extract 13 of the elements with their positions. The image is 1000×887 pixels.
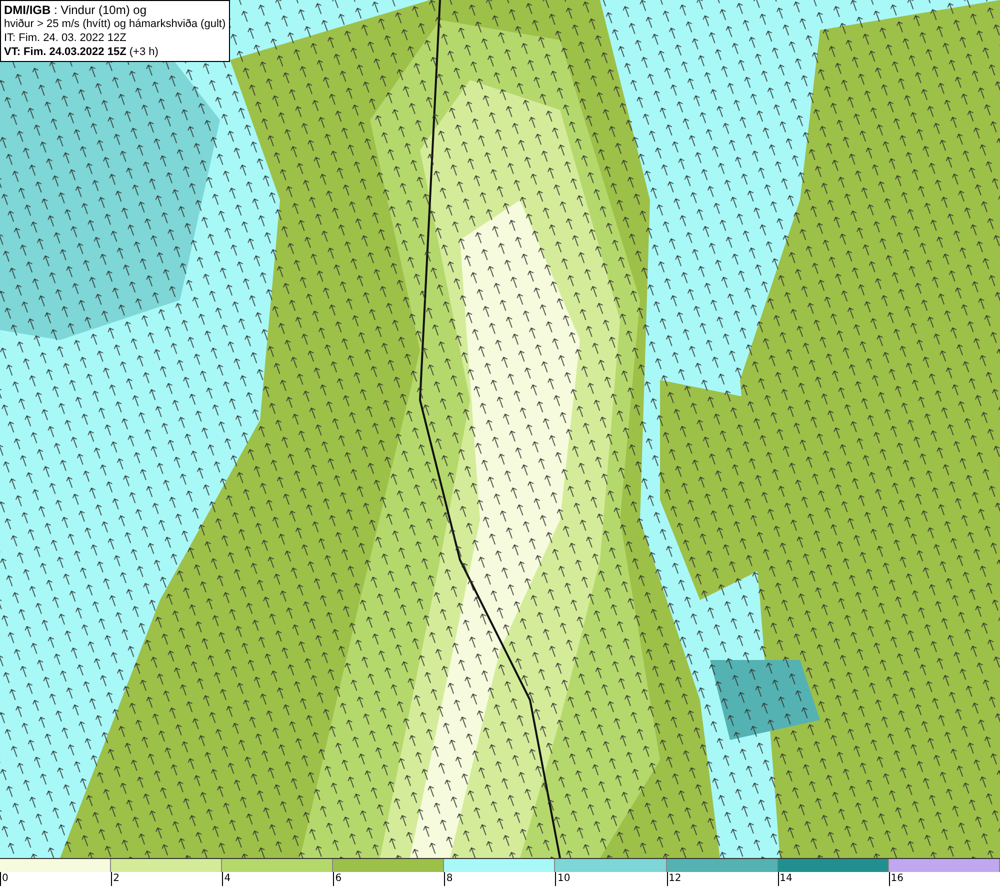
legend-label: 4 [222, 872, 334, 886]
legend-label: 12 [666, 872, 778, 886]
legend-label: 10 [555, 872, 667, 886]
legend-label: 0 [0, 872, 112, 886]
legend-label: 14 [778, 872, 889, 886]
legend-label: 2 [111, 872, 222, 886]
title-line: DMI/IGB : Vindur (10m) og [4, 3, 148, 17]
title-line: hviður > 25 m/s (hvítt) og hámarkshviða (gult) [4, 17, 226, 31]
title-line: IT: Fim. 24. 03. 2022 12Z [4, 31, 128, 45]
legend-label: 6 [333, 872, 444, 886]
legend-label: 8 [444, 872, 556, 886]
legend-label: 16 [888, 872, 1000, 886]
title-line: VT: Fim. 24.03.2022 15Z (+3 h) [4, 45, 160, 59]
